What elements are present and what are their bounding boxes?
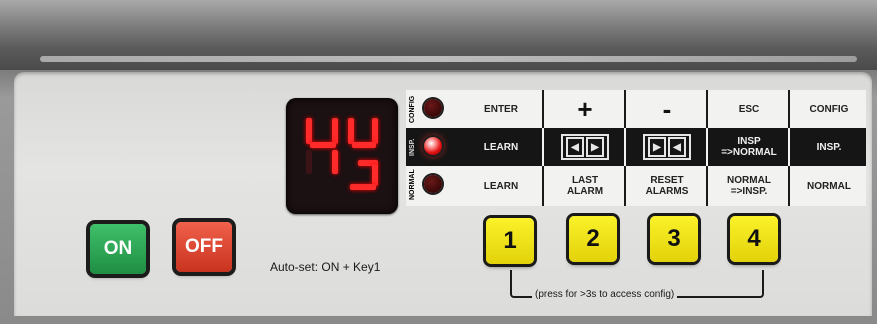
segment — [348, 118, 354, 144]
row-label-normal: NORMAL — [409, 169, 416, 201]
last-alarm-label: LAST ALARM — [542, 166, 626, 206]
key-1-button[interactable]: 1 — [486, 218, 534, 264]
segment — [306, 150, 312, 174]
segment — [350, 184, 376, 190]
config-enter-label: ENTER — [484, 103, 518, 115]
config-led-indicator — [424, 99, 442, 117]
seven-segment-display: 43 — [286, 98, 398, 214]
row-config: CONFIG ENTER + - ESC CONFIG — [406, 90, 866, 128]
row-label-insp: INSP. — [409, 138, 416, 156]
normal-led-indicator — [424, 175, 442, 193]
segment — [332, 118, 338, 144]
config-esc-label: ESC — [706, 90, 790, 128]
config-mode-label: CONFIG — [788, 90, 868, 128]
segment — [332, 150, 338, 174]
key-2-button[interactable]: 2 — [569, 216, 617, 262]
off-button[interactable]: OFF — [176, 222, 232, 272]
insp-led-indicator — [424, 137, 442, 155]
segment — [372, 164, 378, 186]
insp-learn-label: LEARN — [483, 141, 519, 153]
normal-learn-label: LEARN — [483, 180, 519, 192]
segment — [352, 142, 376, 148]
segment — [372, 118, 378, 144]
right-arrow-icon: ▶ — [586, 137, 604, 157]
segment — [310, 142, 336, 148]
left-arrow-icon: ◀ — [668, 137, 686, 157]
on-button[interactable]: ON — [90, 224, 146, 274]
right-arrow-icon: ▶ — [648, 137, 666, 157]
machine-housing-top — [0, 0, 877, 70]
normal-mode-label: NORMAL — [788, 166, 868, 206]
config-hint: (press for >3s to access config) — [532, 289, 678, 300]
insp-to-normal-label: INSP =>NORMAL — [706, 128, 790, 166]
insp-mode-label: INSP. — [788, 128, 868, 166]
segment — [306, 118, 312, 144]
move-up-down-icon: ◀ ▶ — [542, 128, 626, 166]
normal-to-insp-label: NORMAL =>INSP. — [706, 166, 790, 206]
reset-alarms-label: RESET ALARMS — [624, 166, 708, 206]
row-insp: INSP. LEARN ◀ ▶ ▶ ◀ INSP =>NORMAL INSP. — [406, 128, 866, 166]
row-normal: NORMAL LEARN LAST ALARM RESET ALARMS NOR… — [406, 166, 866, 206]
autoset-hint: Auto-set: ON + Key1 — [270, 260, 381, 274]
key-4-button[interactable]: 4 — [730, 216, 778, 262]
minus-icon: - — [624, 90, 708, 128]
move-inward-icon: ▶ ◀ — [624, 128, 708, 166]
plus-icon: + — [542, 90, 626, 128]
key-3-button[interactable]: 3 — [650, 216, 698, 262]
left-arrow-icon: ◀ — [566, 137, 584, 157]
row-label-config: CONFIG — [409, 95, 416, 123]
